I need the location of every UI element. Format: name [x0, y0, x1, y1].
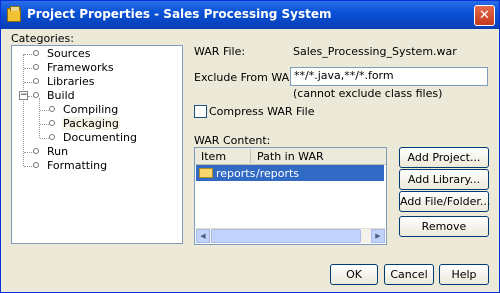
leaf-node-icon	[33, 78, 39, 84]
add-library-button[interactable]: Add Library...	[399, 169, 489, 190]
tree-connector	[40, 110, 49, 111]
tree-item-compiling[interactable]: Compiling	[12, 103, 182, 117]
tree-item-packaging[interactable]: Packaging	[12, 117, 182, 131]
leaf-node-icon	[33, 92, 39, 98]
war-content-table[interactable]: Item Path in WAR reports /reports ◀ ▶	[194, 147, 387, 245]
add-project-button[interactable]: Add Project...	[399, 147, 489, 168]
tree-item-label: Build	[47, 89, 75, 102]
scroll-left-icon[interactable]: ◀	[196, 229, 210, 243]
exclude-field[interactable]: **/*.java,**/*.form	[290, 67, 488, 86]
row-item: reports	[216, 167, 256, 180]
tree-item-label: Documenting	[63, 131, 137, 144]
help-button[interactable]: Help	[439, 264, 489, 285]
collapse-expander-icon[interactable]: −	[19, 91, 28, 100]
leaf-node-icon	[33, 148, 39, 154]
tree-item-formatting[interactable]: Formatting	[12, 159, 182, 173]
leaf-node-icon	[49, 106, 55, 112]
leaf-node-icon	[33, 64, 39, 70]
war-content-label: WAR Content:	[194, 134, 271, 147]
compress-checkbox[interactable]	[194, 105, 207, 118]
column-header-path[interactable]: Path in WAR	[257, 150, 324, 163]
tree-connector	[40, 138, 49, 139]
categories-tree[interactable]: Sources Frameworks Libraries − Build Com…	[11, 45, 183, 244]
tree-item-label: Libraries	[47, 75, 95, 88]
remove-button[interactable]: Remove	[399, 216, 489, 237]
leaf-node-icon	[49, 134, 55, 140]
table-header: Item Path in WAR	[195, 148, 386, 165]
column-header-item[interactable]: Item	[201, 150, 226, 163]
war-file-value: Sales_Processing_System.war	[293, 45, 457, 58]
leaf-node-icon	[49, 120, 55, 126]
row-path: /reports	[256, 167, 300, 180]
tree-item-label: Sources	[47, 47, 91, 60]
tree-connector	[40, 124, 49, 125]
project-properties-dialog: Project Properties - Sales Processing Sy…	[0, 0, 500, 293]
tree-item-label: Packaging	[62, 117, 120, 130]
cancel-button[interactable]: Cancel	[384, 264, 434, 285]
horizontal-scrollbar[interactable]: ◀ ▶	[196, 228, 385, 243]
tree-item-documenting[interactable]: Documenting	[12, 131, 182, 145]
add-file-folder-button[interactable]: Add File/Folder...	[399, 191, 490, 212]
tree-item-build[interactable]: − Build	[12, 89, 182, 103]
tree-item-label: Formatting	[47, 159, 108, 172]
scroll-thumb[interactable]	[211, 229, 361, 243]
project-folder-icon	[7, 6, 21, 22]
tree-item-run[interactable]: Run	[12, 145, 182, 159]
exclude-hint: (cannot exclude class files)	[293, 87, 443, 100]
ok-button[interactable]: OK	[330, 264, 378, 285]
leaf-node-icon	[33, 50, 39, 56]
tree-item-label: Compiling	[63, 103, 119, 116]
leaf-node-icon	[33, 162, 39, 168]
folder-icon	[199, 168, 213, 178]
tree-item-sources[interactable]: Sources	[12, 47, 182, 61]
table-row[interactable]: reports /reports	[196, 165, 384, 181]
column-divider[interactable]	[250, 149, 251, 163]
close-button[interactable]: ✕	[474, 5, 495, 26]
categories-label: Categories:	[11, 32, 74, 45]
tree-item-label: Frameworks	[47, 61, 114, 74]
tree-item-frameworks[interactable]: Frameworks	[12, 61, 182, 75]
tree-item-libraries[interactable]: Libraries	[12, 75, 182, 89]
tree-item-label: Run	[47, 145, 69, 158]
window-title: Project Properties - Sales Processing Sy…	[27, 7, 332, 21]
war-file-label: WAR File:	[194, 45, 246, 58]
title-bar[interactable]: Project Properties - Sales Processing Sy…	[1, 1, 499, 29]
scroll-right-icon[interactable]: ▶	[371, 229, 385, 243]
compress-label: Compress WAR File	[209, 105, 315, 118]
